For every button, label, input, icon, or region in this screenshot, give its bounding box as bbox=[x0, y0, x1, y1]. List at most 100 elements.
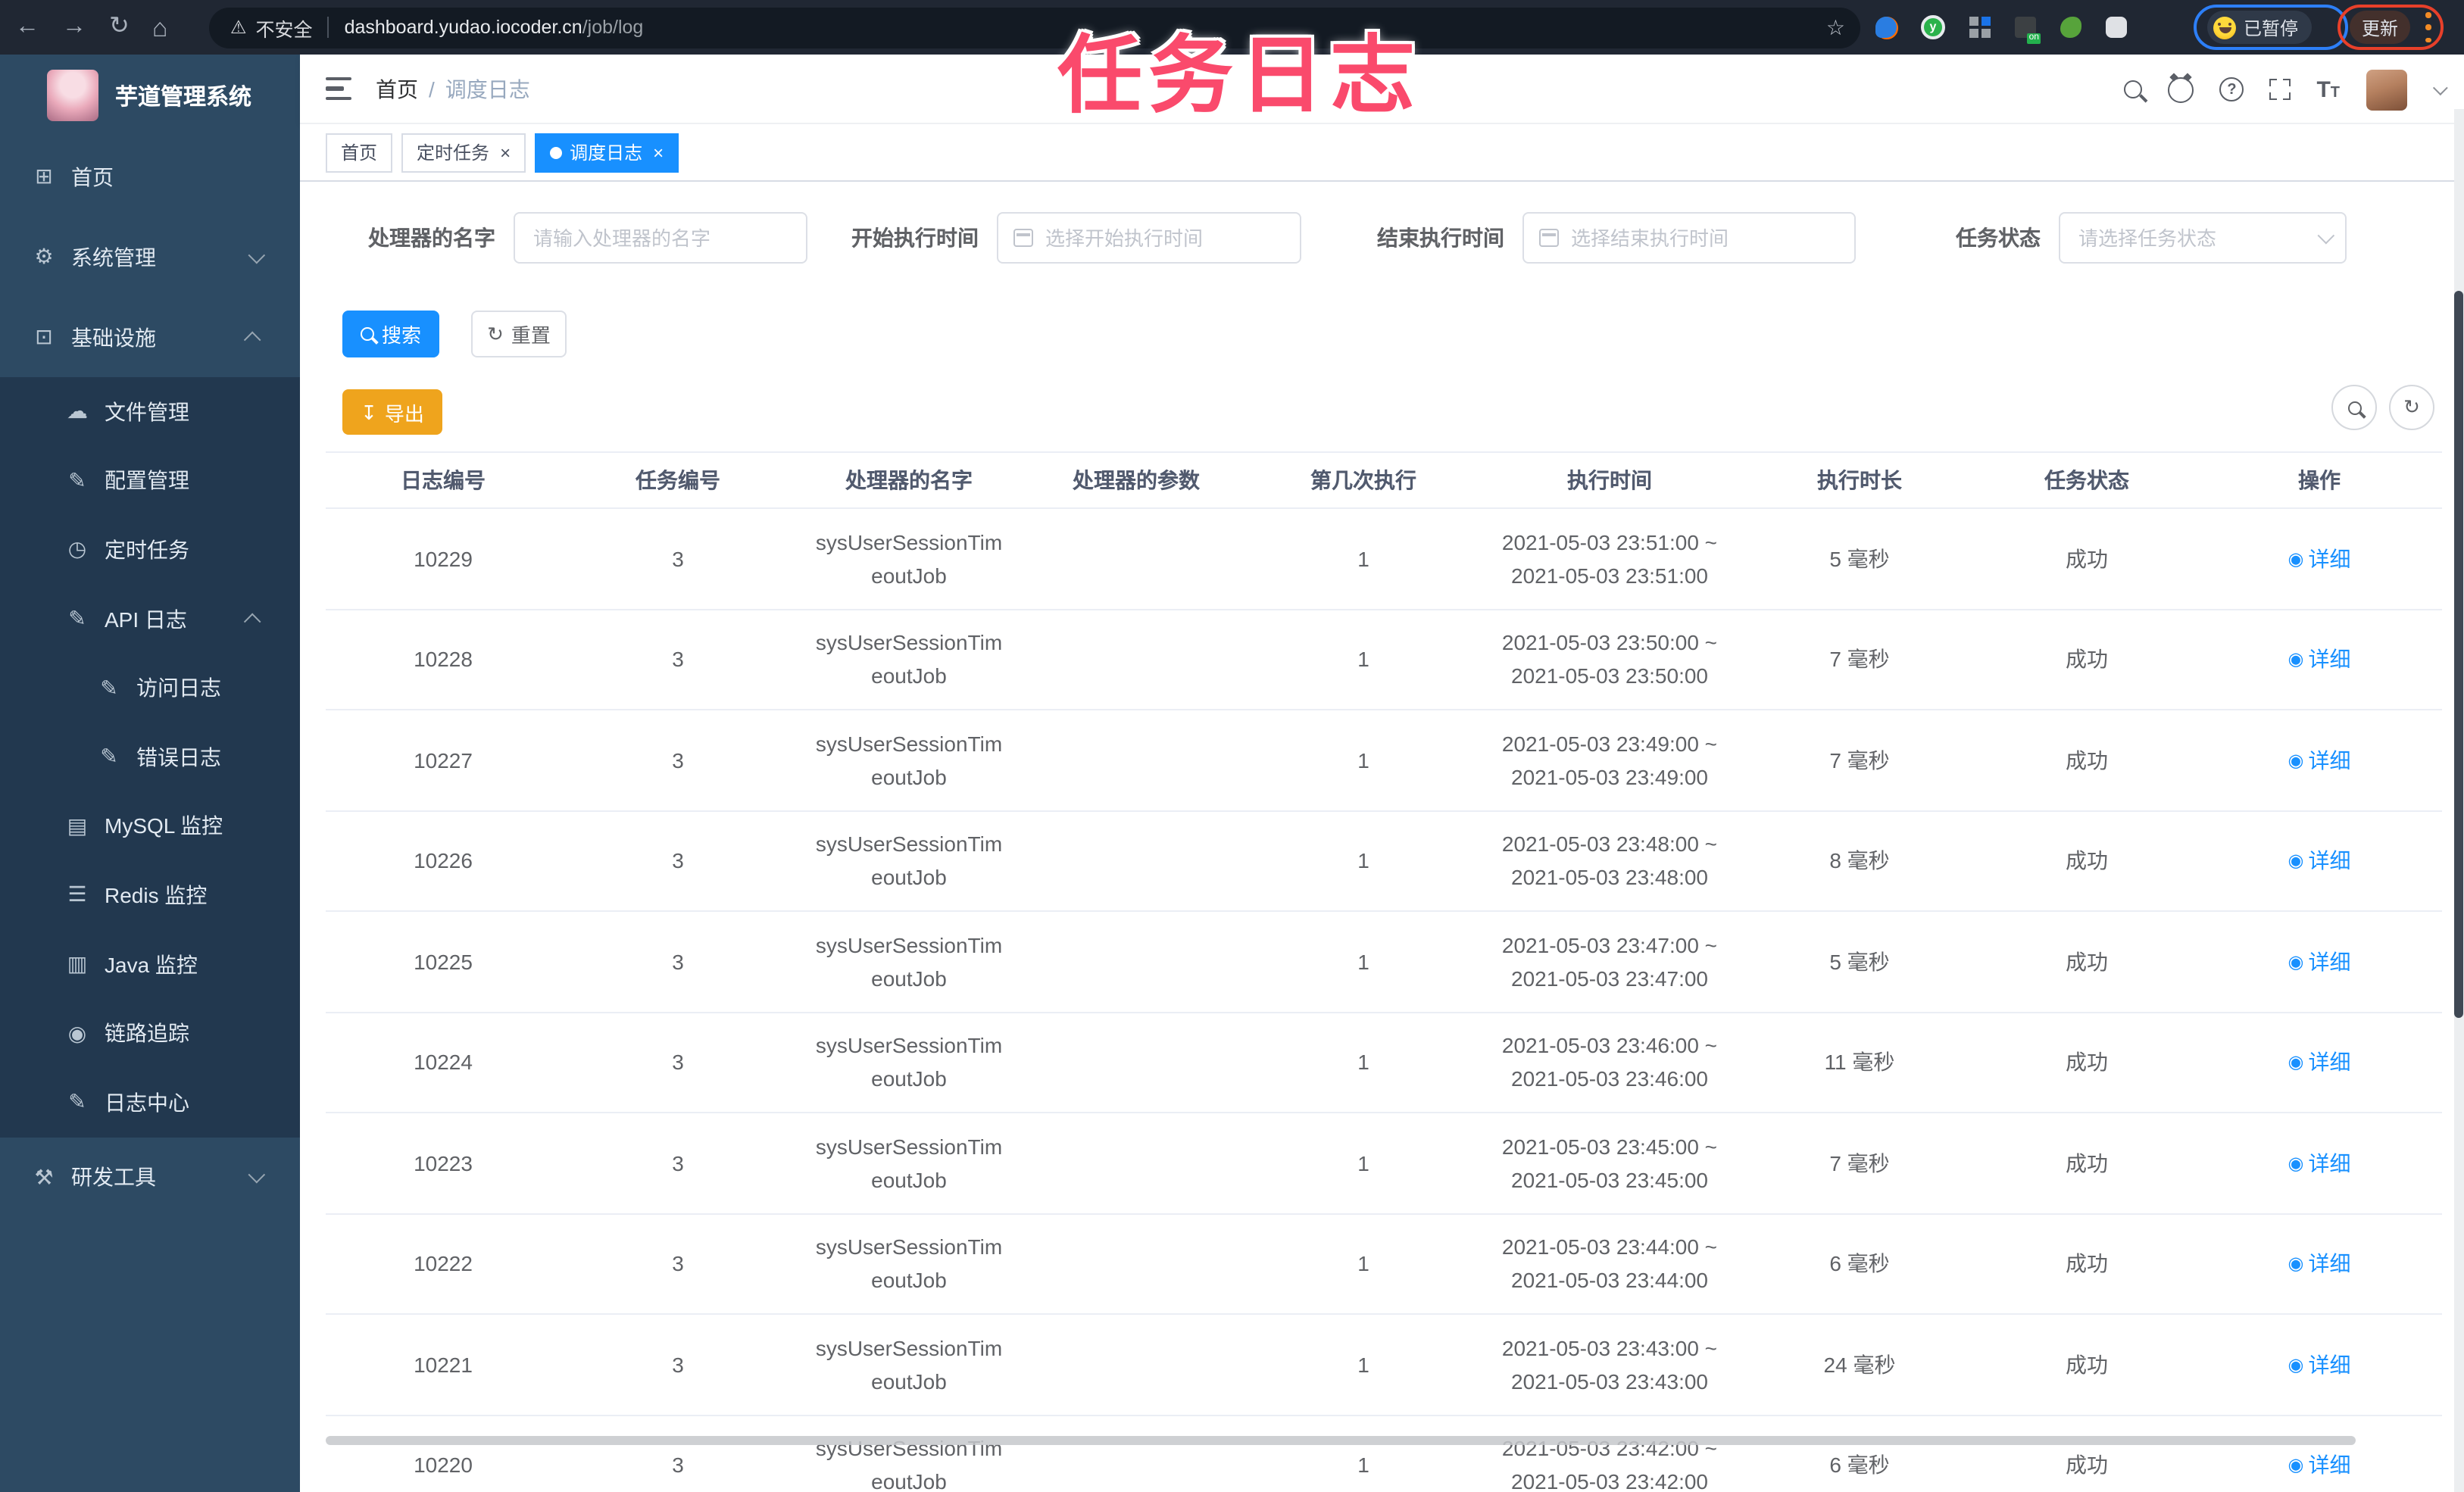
sidebar-item-Redis 监控[interactable]: ☰ Redis 监控 bbox=[0, 860, 300, 930]
help-icon[interactable]: ? bbox=[2219, 77, 2244, 101]
calendar-icon bbox=[1539, 229, 1559, 247]
filter-input-处理器的名字[interactable] bbox=[530, 225, 791, 251]
filter-input-box[interactable] bbox=[514, 212, 807, 264]
reload-icon[interactable]: ↻ bbox=[109, 14, 130, 39]
update-chip[interactable]: 更新 bbox=[2350, 11, 2411, 44]
horizontal-scrollbar[interactable] bbox=[326, 1436, 2356, 1445]
sidebar-item-错误日志[interactable]: ✎ 错误日志 bbox=[0, 722, 300, 792]
detail-link[interactable]: ◉ 详细 bbox=[2288, 1148, 2351, 1178]
grid-extension-icon[interactable] bbox=[1969, 17, 1991, 38]
sidebar-item-API 日志[interactable]: ✎ API 日志 bbox=[0, 584, 300, 654]
font-size-icon[interactable]: TT bbox=[2316, 78, 2340, 101]
fullscreen-icon[interactable] bbox=[2269, 79, 2291, 100]
tab-定时任务[interactable]: 定时任务 × bbox=[401, 133, 526, 172]
refresh-table-button[interactable]: ↻ bbox=[2389, 385, 2434, 430]
sidebar-item-系统管理[interactable]: ⚙ 系统管理 bbox=[0, 217, 300, 297]
detail-link[interactable]: ◉ 详细 bbox=[2288, 1350, 2351, 1380]
sidebar-item-定时任务[interactable]: ◷ 定时任务 bbox=[0, 515, 300, 585]
browser-nav-buttons: ← → ↻ ⌂ bbox=[15, 0, 167, 55]
search-icon[interactable] bbox=[2124, 80, 2143, 98]
on-badge-extension-icon[interactable] bbox=[2015, 17, 2041, 44]
user-avatar[interactable] bbox=[2366, 69, 2406, 110]
profile-paused-chip[interactable]: 已暂停 bbox=[2207, 11, 2313, 44]
detail-link[interactable]: ◉ 详细 bbox=[2288, 947, 2351, 977]
detail-link[interactable]: ◉ 详细 bbox=[2288, 544, 2351, 574]
vertical-scrollbar-track[interactable] bbox=[2453, 109, 2464, 1492]
cell-handler-name: sysUserSessionTimeoutJob bbox=[815, 1335, 1003, 1394]
chevron-down-icon[interactable] bbox=[2431, 80, 2447, 95]
security-warning-icon[interactable]: ⚠ bbox=[230, 17, 247, 38]
sidebar-item-链路追踪[interactable]: ◉ 链路追踪 bbox=[0, 998, 300, 1068]
detail-link[interactable]: ◉ 详细 bbox=[2288, 645, 2351, 675]
github-icon[interactable] bbox=[2168, 76, 2194, 102]
cell-log-id: 10220 bbox=[414, 1453, 473, 1478]
tab-close-icon[interactable]: × bbox=[653, 143, 664, 161]
cell-execute-index: 1 bbox=[1357, 1251, 1369, 1276]
cell-action: ◉ 详细 bbox=[2197, 1315, 2442, 1414]
detail-link-label: 详细 bbox=[2308, 949, 2351, 974]
forward-icon[interactable]: → bbox=[62, 14, 86, 39]
filter-input-结束执行时间[interactable] bbox=[1568, 225, 1839, 251]
detail-link[interactable]: ◉ 详细 bbox=[2288, 1450, 2351, 1481]
home-icon[interactable]: ⌂ bbox=[152, 14, 168, 40]
filter-input-box[interactable] bbox=[1522, 212, 1856, 264]
sidebar-nav: ⊞ 首页 ⚙ 系统管理 ⊡ 基础设施 ☁ 文件管理 ✎ 配置管理 ◷ 定时任务 … bbox=[0, 136, 300, 1217]
hamburger-icon[interactable] bbox=[326, 77, 351, 100]
bookmark-star-icon[interactable]: ☆ bbox=[1826, 14, 1845, 40]
toggle-search-button[interactable] bbox=[2331, 385, 2377, 430]
filter-input-任务状态[interactable] bbox=[2075, 225, 2309, 251]
cell-log-id: 10223 bbox=[414, 1150, 473, 1175]
select-chevron-icon bbox=[2317, 226, 2335, 245]
vertical-scrollbar-thumb[interactable] bbox=[2454, 291, 2463, 1018]
eye-icon: ◉ bbox=[2288, 1051, 2304, 1073]
app-logo-row[interactable]: 芋道管理系统 bbox=[0, 55, 300, 136]
sidebar-item-首页[interactable]: ⊞ 首页 bbox=[0, 136, 300, 217]
green-circle-extension-icon[interactable]: y bbox=[1921, 15, 1945, 39]
detail-link[interactable]: ◉ 详细 bbox=[2288, 1249, 2351, 1279]
cell-log-id: 10229 bbox=[414, 546, 473, 571]
detail-link[interactable]: ◉ 详细 bbox=[2288, 745, 2351, 776]
export-button[interactable]: ↧ 导出 bbox=[342, 389, 442, 435]
detail-link-label: 详细 bbox=[2308, 1251, 2351, 1276]
tab-label: 定时任务 bbox=[417, 142, 490, 164]
profile-paused-label: 已暂停 bbox=[2244, 17, 2299, 39]
sidebar-item-配置管理[interactable]: ✎ 配置管理 bbox=[0, 446, 300, 516]
gray-puzzle-extension-icon[interactable] bbox=[2106, 17, 2127, 38]
filter-group: 任务状态 bbox=[1956, 212, 2347, 264]
filter-input-box[interactable] bbox=[997, 212, 1301, 264]
sidebar-item-Java 监控[interactable]: ▥ Java 监控 bbox=[0, 929, 300, 999]
sidebar-item-MySQL 监控[interactable]: ▤ MySQL 监控 bbox=[0, 791, 300, 861]
sidebar-item-日志中心[interactable]: ✎ 日志中心 bbox=[0, 1067, 300, 1138]
sidebar-item-访问日志[interactable]: ✎ 访问日志 bbox=[0, 653, 300, 723]
blue-pin-extension-icon[interactable] bbox=[1875, 17, 1897, 38]
detail-link[interactable]: ◉ 详细 bbox=[2288, 846, 2351, 876]
cell-handler-param bbox=[1023, 1113, 1250, 1213]
browser-address-bar[interactable]: ⚠ 不安全 dashboard.yudao.iocoder.cn/job/log… bbox=[209, 7, 1860, 48]
cell-execute-time: 2021-05-03 23:44:00 ~ 2021-05-03 23:44:0… bbox=[1477, 1214, 1742, 1313]
sidebar-item-文件管理[interactable]: ☁ 文件管理 bbox=[0, 377, 300, 447]
execute-time-end: 2021-05-03 23:51:00 bbox=[1511, 563, 1708, 588]
sidebar-item-研发工具[interactable]: ⚒ 研发工具 bbox=[0, 1137, 300, 1217]
cell-execute-time: 2021-05-03 23:47:00 ~ 2021-05-03 23:47:0… bbox=[1477, 912, 1742, 1011]
search-button[interactable]: 搜索 bbox=[342, 311, 439, 357]
sidebar-item-label: Redis 监控 bbox=[105, 882, 208, 907]
tab-close-icon[interactable]: × bbox=[500, 143, 511, 161]
filter-input-开始执行时间[interactable] bbox=[1042, 225, 1285, 251]
detail-link[interactable]: ◉ 详细 bbox=[2288, 1047, 2351, 1078]
cell-duration: 6 毫秒 bbox=[1829, 1251, 1890, 1276]
tab-调度日志[interactable]: 调度日志 × bbox=[535, 133, 679, 172]
cell-job-id: 3 bbox=[672, 748, 684, 773]
sidebar-item-基础设施[interactable]: ⊡ 基础设施 bbox=[0, 297, 300, 377]
cell-job-id: 3 bbox=[672, 949, 684, 974]
breadcrumb-home[interactable]: 首页 bbox=[376, 74, 418, 105]
cell-handler-name: sysUserSessionTimeoutJob bbox=[815, 1436, 1003, 1492]
reset-button[interactable]: ↻ 重置 bbox=[471, 311, 567, 357]
cell-execute-index: 1 bbox=[1357, 949, 1369, 974]
detail-link-label: 详细 bbox=[2308, 748, 2351, 773]
browser-menu-icon[interactable] bbox=[2425, 12, 2431, 42]
back-icon[interactable]: ← bbox=[15, 14, 39, 39]
tab-首页[interactable]: 首页 bbox=[326, 133, 393, 172]
filter-input-box[interactable] bbox=[2059, 212, 2347, 264]
log-edit-icon: ✎ bbox=[68, 1089, 86, 1114]
green-leaf-extension-icon[interactable] bbox=[2060, 17, 2081, 38]
